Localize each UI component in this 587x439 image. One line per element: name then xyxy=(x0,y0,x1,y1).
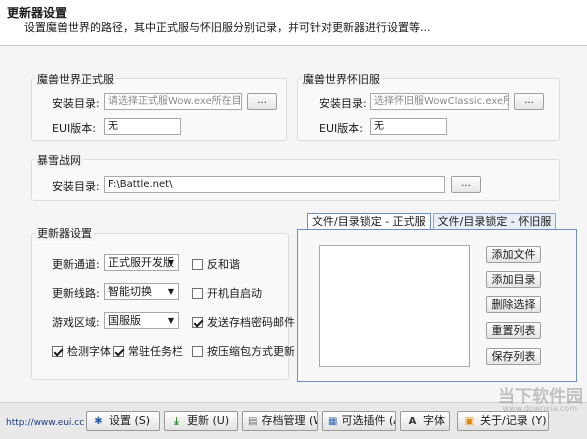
updater-group-title: 更新器设置 xyxy=(35,225,94,241)
checkbox-box-checked xyxy=(113,345,124,357)
update-button-label: 更新 (U) xyxy=(187,414,230,427)
channel-select-value: 正式服开发版 xyxy=(108,256,174,269)
classic-eui-field: 无 xyxy=(370,118,447,135)
tab-lock-classic[interactable]: 文件/目录锁定 - 怀旧服 xyxy=(432,213,557,230)
download-icon: ⤓ xyxy=(174,415,179,427)
checkbox-box xyxy=(192,258,203,270)
retail-eui-label: EUI版本: xyxy=(52,122,96,135)
plugins-button[interactable]: ▦ 可选插件 (A) xyxy=(322,411,396,431)
send-mail-checkbox[interactable]: 发送存档密码邮件 xyxy=(192,314,295,330)
lock-tabs: 文件/目录锁定 - 正式服 文件/目录锁定 - 怀旧服 xyxy=(307,213,557,230)
detect-font-checkbox[interactable]: 检测字体 xyxy=(52,343,111,359)
battlenet-install-label: 安装目录: xyxy=(52,180,100,193)
page-subtitle: 设置魔兽世界的路径，其中正式服与怀旧服分别记录，并可针对更新器进行设置等... xyxy=(24,21,431,34)
classic-browse-button[interactable]: ... xyxy=(514,93,544,110)
archive-button[interactable]: ▤ 存档管理 (W) xyxy=(242,411,318,431)
classic-eui-label: EUI版本: xyxy=(319,122,363,135)
route-label: 更新线路: xyxy=(52,287,100,300)
checkbox-box-checked xyxy=(192,316,203,328)
tab-lock-retail[interactable]: 文件/目录锁定 - 正式服 xyxy=(307,213,431,230)
autostart-checkbox-label: 开机自启动 xyxy=(207,287,262,300)
gear-icon: ✱ xyxy=(94,415,103,427)
route-select[interactable]: 智能切换 ▼ xyxy=(104,283,179,300)
font-icon: A xyxy=(408,415,417,427)
reset-list-button[interactable]: 重置列表 xyxy=(486,322,541,339)
classic-install-label: 安装目录: xyxy=(319,97,367,110)
chevron-down-icon: ▼ xyxy=(167,258,174,267)
battlenet-group-title: 暴雪战网 xyxy=(35,152,83,168)
channel-select[interactable]: 正式服开发版 ▼ xyxy=(104,254,179,271)
harmony-checkbox[interactable]: 反和谐 xyxy=(192,256,240,272)
header: 更新器设置 设置魔兽世界的路径，其中正式服与怀旧服分别记录，并可针对更新器进行设… xyxy=(0,0,587,46)
save-list-button[interactable]: 保存列表 xyxy=(486,348,541,365)
grid-icon: ▦ xyxy=(328,415,338,427)
about-button[interactable]: ▣ 关于/记录 (Y) xyxy=(457,411,549,431)
retail-install-label: 安装目录: xyxy=(52,97,100,110)
plugins-button-label: 可选插件 (A) xyxy=(341,414,395,427)
settings-button-label: 设置 (S) xyxy=(109,414,151,427)
harmony-checkbox-label: 反和谐 xyxy=(207,258,240,271)
channel-label: 更新通道: xyxy=(52,258,100,271)
checkbox-box xyxy=(192,287,203,299)
retail-eui-field: 无 xyxy=(104,118,181,135)
delete-selection-button[interactable]: 删除选择 xyxy=(486,296,541,313)
retail-install-input[interactable]: 请选择正式服Wow.exe所在目录, xyxy=(104,93,242,110)
region-label: 游戏区域: xyxy=(52,316,100,329)
chevron-down-icon: ▼ xyxy=(167,287,174,296)
about-button-label: 关于/记录 (Y) xyxy=(480,414,547,427)
battlenet-browse-button[interactable]: ... xyxy=(451,176,481,193)
route-select-value: 智能切换 xyxy=(108,285,152,298)
classic-install-input[interactable]: 选择怀旧服WowClassic.exe所在目 xyxy=(370,93,509,110)
chevron-down-icon: ▼ xyxy=(167,316,174,325)
info-icon: ▣ xyxy=(464,415,475,427)
battlenet-install-input[interactable]: F:\Battle.net\ xyxy=(104,176,445,193)
compress-checkbox-label: 按压缩包方式更新 xyxy=(207,345,295,358)
taskbar-checkbox-label: 常驻任务栏 xyxy=(128,345,183,358)
region-select[interactable]: 国服版 ▼ xyxy=(104,312,179,329)
checkbox-box xyxy=(192,345,203,357)
retail-group-title: 魔兽世界正式服 xyxy=(35,71,116,87)
add-file-button[interactable]: 添加文件 xyxy=(486,246,541,263)
add-dir-button[interactable]: 添加目录 xyxy=(486,271,541,288)
archive-icon: ▤ xyxy=(248,415,258,427)
compress-checkbox[interactable]: 按压缩包方式更新 xyxy=(192,343,295,359)
font-button-label: 字体 xyxy=(423,414,445,427)
autostart-checkbox[interactable]: 开机自启动 xyxy=(192,285,262,301)
send-mail-checkbox-label: 发送存档密码邮件 xyxy=(207,316,295,329)
bottom-bar: http://www.eui.cc ✱ 设置 (S) ⤓ 更新 (U) ▤ 存档… xyxy=(0,402,587,439)
font-button[interactable]: A 字体 xyxy=(400,411,450,431)
checkbox-box-checked xyxy=(52,345,63,357)
settings-button[interactable]: ✱ 设置 (S) xyxy=(86,411,160,431)
website-link[interactable]: http://www.eui.cc xyxy=(6,418,84,428)
taskbar-checkbox[interactable]: 常驻任务栏 xyxy=(113,343,183,359)
region-select-value: 国服版 xyxy=(108,314,141,327)
detect-font-checkbox-label: 检测字体 xyxy=(67,345,111,358)
archive-button-label: 存档管理 (W) xyxy=(261,414,317,427)
retail-browse-button[interactable]: ... xyxy=(247,93,277,110)
lock-file-list[interactable] xyxy=(319,245,470,367)
watermark-subtext: www.downxia.com xyxy=(502,404,577,413)
update-button[interactable]: ⤓ 更新 (U) xyxy=(164,411,238,431)
classic-group-title: 魔兽世界怀旧服 xyxy=(301,71,382,87)
